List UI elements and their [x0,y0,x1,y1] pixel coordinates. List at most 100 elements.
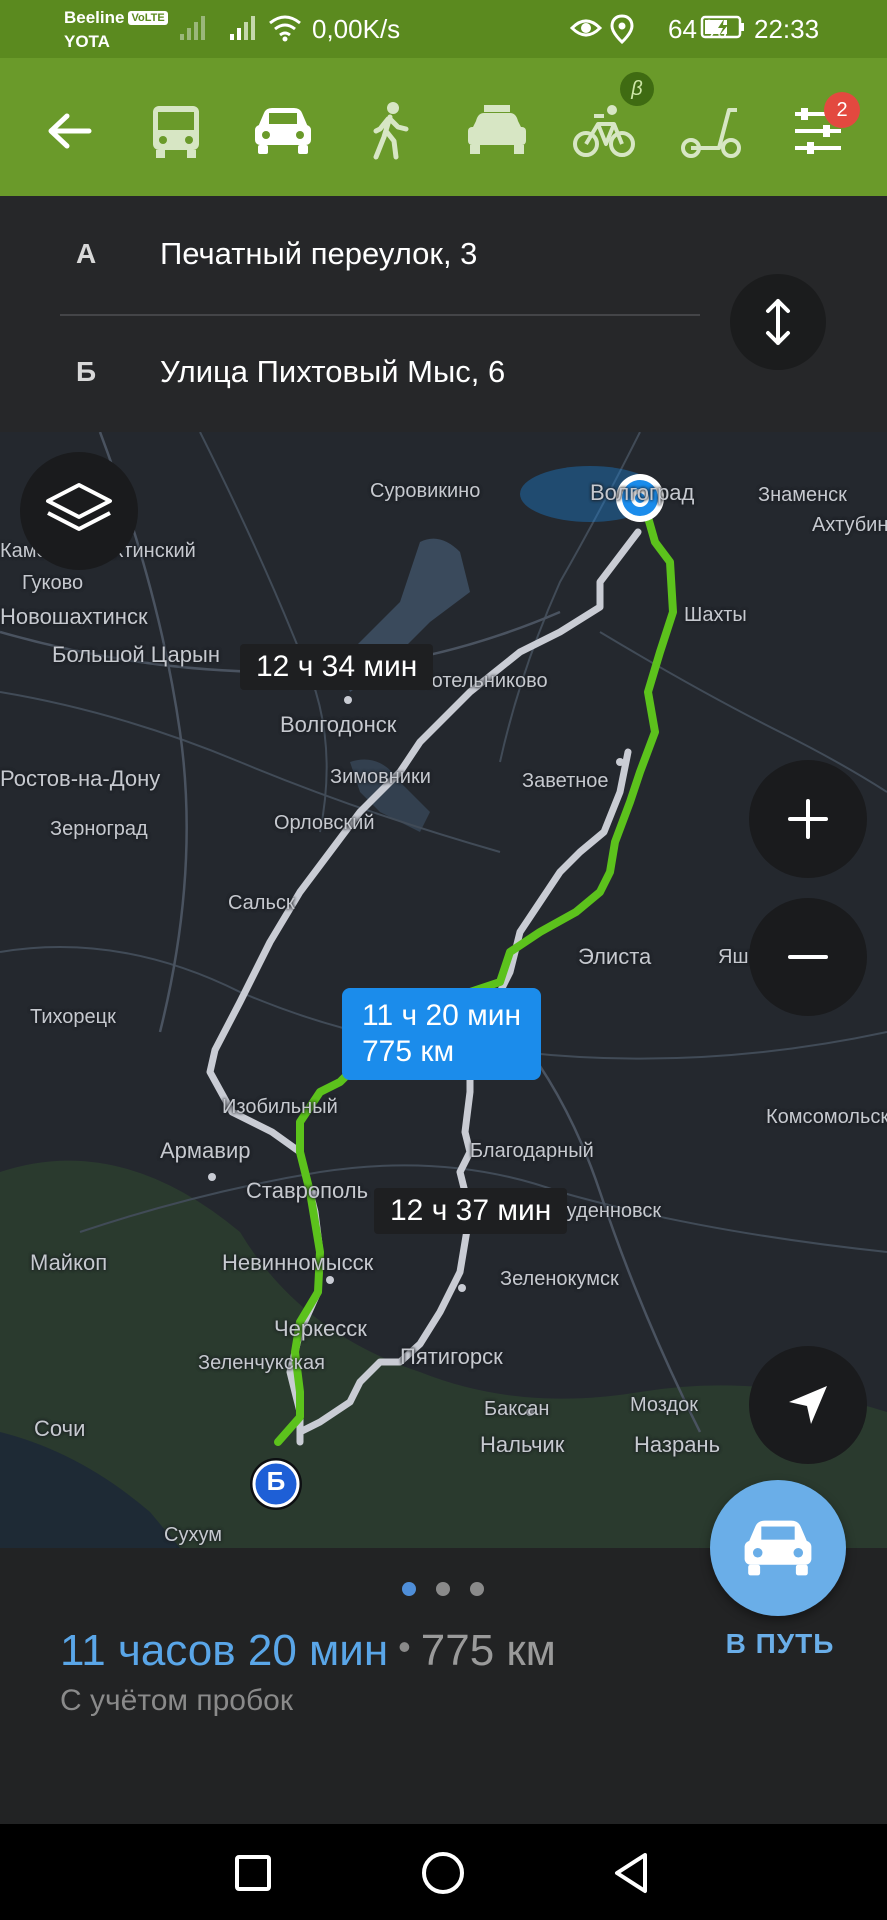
arrow-left-icon [48,113,92,149]
mode-bus-button[interactable] [141,96,211,166]
place-label: Ставрополь [246,1178,369,1203]
place-label: Заветное [522,770,609,792]
route-summary: 11 часов 20 мин • 775 км [60,1626,556,1676]
place-label: Комсомольский [766,1106,887,1128]
start-navigation-label[interactable]: В ПУТЬ [700,1628,860,1660]
place-label: Котельниково [420,670,548,692]
layers-icon [46,483,112,531]
mode-taxi-button[interactable] [462,96,532,166]
place-label: Зеленчукская [198,1352,325,1374]
place-label: Сальск [228,892,295,914]
net-speed: 0,00K/s [312,14,401,44]
place-label: Знаменск [758,484,847,506]
home-button[interactable] [418,1848,468,1898]
alt-route-2-time[interactable]: 12 ч 37 мин [374,1188,568,1234]
place-label: Черкесск [274,1316,367,1341]
traffic-note: С учётом пробок [60,1684,293,1717]
place-label: Пятигорск [400,1344,503,1369]
place-label: Волгоград [590,480,695,505]
place-label: Невинномысск [222,1250,374,1275]
place-label: Баксан [484,1398,550,1420]
place-label: Назрань [634,1432,721,1457]
mode-car-button[interactable] [248,96,318,166]
summary-duration: 11 часов 20 мин [60,1626,389,1675]
car-icon [744,1520,812,1576]
bicycle-icon [573,105,635,157]
route-to-row[interactable]: Б Улица Пихтовый Мыс, 6 [0,314,720,432]
start-navigation-button[interactable] [710,1480,846,1616]
layers-button[interactable] [20,452,138,570]
status-bar: Beeline VoLTE YOTA 0,00K/s 64 % 22:33 [0,0,887,58]
page-dot[interactable] [470,1582,484,1596]
place-label: Шахты [684,604,747,626]
bike-beta-badge: β [620,72,654,106]
settings-count-badge: 2 [824,92,860,128]
page-dot[interactable] [436,1582,450,1596]
town-dot [208,1173,216,1181]
place-label: Волгодонск [280,712,397,737]
place-label: Сухум [164,1524,222,1546]
clock: 22:33 [754,14,820,44]
place-label: Майкоп [30,1250,108,1275]
route-to-address[interactable]: Улица Пихтовый Мыс, 6 [160,354,505,390]
town-dot [458,1284,466,1292]
route-to-letter: Б [76,356,97,387]
bus-icon [153,106,199,158]
place-label: Благодарный [470,1140,594,1162]
town-dot [344,696,352,704]
swap-vertical-icon [766,299,790,345]
mode-bike-button[interactable] [569,96,639,166]
place-label: Новошахтинск [0,604,148,629]
place-label: Зимовники [330,766,431,788]
place-label: Гуково [22,572,84,594]
place-label: Ахтубинск [812,514,887,536]
place-label: Армавир [160,1138,251,1163]
wifi-icon [269,15,301,42]
route-from-address[interactable]: Печатный переулок, 3 [160,236,477,272]
zoom-out-button[interactable] [749,898,867,1016]
signal-2-icon [230,16,255,40]
place-label: Моздок [630,1394,699,1416]
place-label: Орловский [274,812,375,834]
summary-distance: 775 км [420,1626,556,1675]
main-route-label[interactable]: 11 ч 20 мин 775 км [342,988,542,1080]
place-label: Ростов-на-Дону [0,766,161,791]
place-label: Большой Царын [52,642,220,667]
town-dot [326,1276,334,1284]
taxi-icon [468,105,526,154]
mode-walk-button[interactable] [355,96,425,166]
swap-route-button[interactable] [730,274,826,370]
system-nav-bar [0,1824,887,1920]
signal-icon [180,16,205,40]
carrier-2: YOTA [64,32,110,51]
transport-mode-bar: β 2 [0,58,887,196]
route-panel: А Печатный переулок, 3 Б Улица Пихтовый … [0,196,887,432]
map-view[interactable]: СуровикиноВолгоградЗнаменскАхтубинскКаме… [0,432,887,1548]
place-label: Нальчик [480,1432,565,1457]
car-icon [255,108,311,154]
pedestrian-icon [373,102,409,160]
volte-badge: VoLTE [128,11,168,25]
zoom-in-button[interactable] [749,760,867,878]
recent-apps-icon [235,1855,271,1891]
main-route-time: 11 ч 20 мин [362,999,522,1032]
page-dot-active[interactable] [402,1582,416,1596]
place-label: Зеленокумск [500,1268,619,1290]
recent-apps-button[interactable] [228,1848,278,1898]
main-route-distance: 775 км [362,1035,455,1068]
place-label: Суровикино [370,480,481,502]
place-label: Сочи [34,1416,86,1441]
minus-icon [788,955,828,959]
mode-scooter-button[interactable] [676,96,746,166]
eye-icon [570,19,602,37]
my-location-button[interactable] [749,1346,867,1464]
carrier-1: Beeline VoLTE [64,8,168,28]
place-label: Зерноград [50,818,148,840]
back-nav-button[interactable] [606,1848,656,1898]
town-dot [616,758,624,766]
navigation-arrow-icon [789,1386,827,1424]
route-from-row[interactable]: А Печатный переулок, 3 [0,196,720,316]
back-button[interactable] [34,96,104,166]
alt-route-1-time[interactable]: 12 ч 34 мин [240,644,434,690]
place-label: Тихорецк [30,1006,116,1028]
